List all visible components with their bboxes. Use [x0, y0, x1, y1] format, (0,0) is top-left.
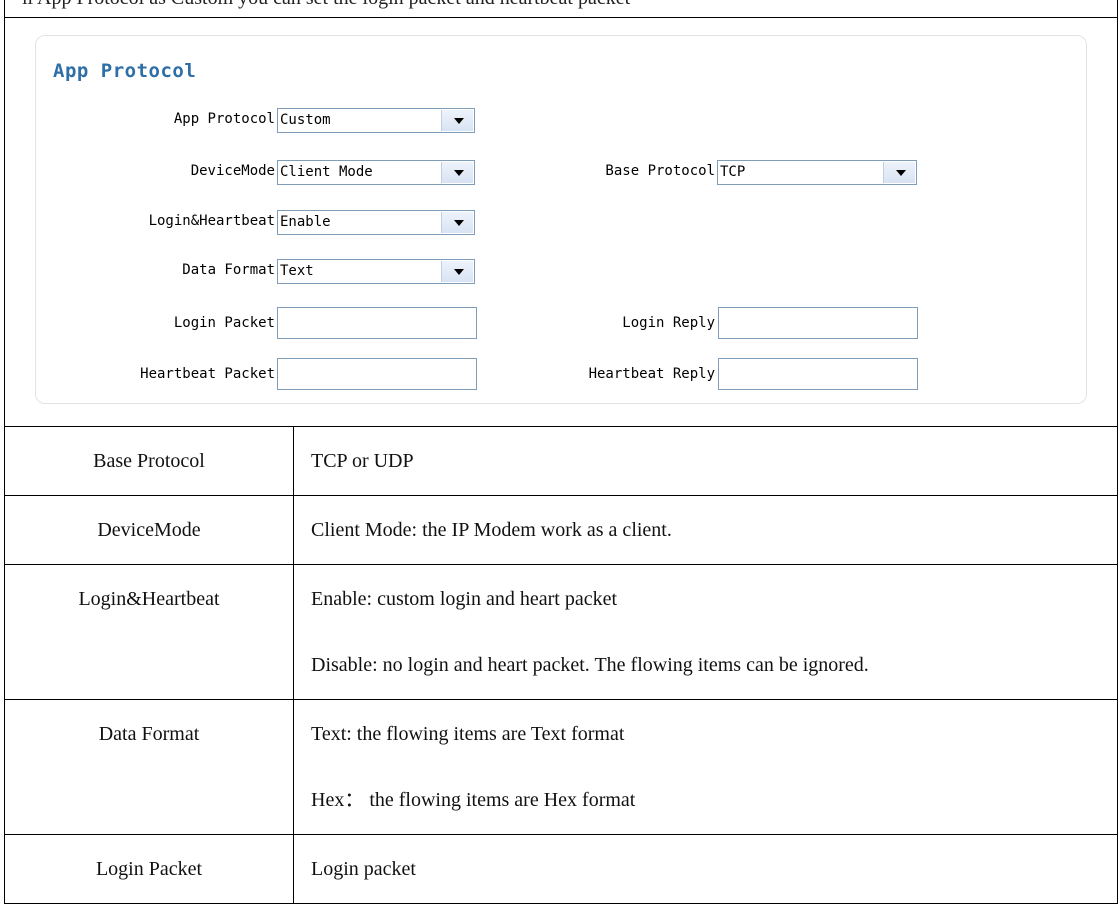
param-name: Login&Heartbeat	[4, 564, 294, 700]
login-heartbeat-label: Login&Heartbeat	[148, 213, 275, 229]
description-line: TCP or UDP	[311, 450, 414, 472]
panel-title: App Protocol	[53, 60, 197, 82]
param-description: TCP or UDP	[293, 426, 1118, 496]
description-line: Disable: no login and heart packet. The …	[311, 654, 869, 676]
chevron-down-icon[interactable]	[441, 212, 473, 233]
param-description: Login packet	[293, 834, 1118, 904]
param-name: DeviceMode	[4, 495, 294, 565]
base-protocol-label: Base Protocol	[605, 163, 715, 179]
heartbeat-reply-label: Heartbeat Reply	[588, 366, 715, 382]
parameter-table: Base Protocol TCP or UDP DeviceMode Clie…	[4, 426, 1118, 904]
description-line: Login packet	[311, 858, 416, 880]
param-name-text: Data Format	[98, 723, 200, 745]
param-name: Data Format	[4, 699, 294, 835]
chevron-down-icon[interactable]	[883, 162, 915, 183]
table-row: Login&Heartbeat Enable: custom login and…	[4, 564, 1118, 700]
param-description: Text: the flowing items are Text format …	[293, 699, 1118, 835]
data-format-value: Text	[280, 263, 314, 279]
app-protocol-select[interactable]: Custom	[277, 108, 475, 133]
device-mode-select[interactable]: Client Mode	[277, 160, 475, 185]
chevron-down-icon[interactable]	[441, 162, 473, 183]
heartbeat-packet-label: Heartbeat Packet	[140, 366, 275, 382]
login-reply-label: Login Reply	[622, 315, 715, 331]
login-heartbeat-select[interactable]: Enable	[277, 210, 475, 235]
app-protocol-label: App Protocol	[173, 111, 275, 127]
data-format-select[interactable]: Text	[277, 259, 475, 284]
login-reply-input[interactable]	[718, 307, 918, 339]
param-name: Base Protocol	[4, 426, 294, 496]
heartbeat-reply-input[interactable]	[718, 358, 918, 390]
login-packet-label: Login Packet	[173, 315, 275, 331]
data-format-label: Data Format	[182, 262, 275, 278]
param-description: Enable: custom login and heart packet Di…	[293, 564, 1118, 700]
description-line: Hex： the flowing items are Hex format	[311, 789, 636, 811]
table-row: Data Format Text: the flowing items are …	[4, 699, 1118, 835]
chevron-down-icon[interactable]	[441, 261, 473, 282]
device-mode-label: DeviceMode	[190, 163, 275, 179]
param-name: Login Packet	[4, 834, 294, 904]
heartbeat-packet-input[interactable]	[277, 358, 477, 390]
description-line: Enable: custom login and heart packet	[311, 588, 618, 610]
param-description: Client Mode: the IP Modem work as a clie…	[293, 495, 1118, 565]
table-row: DeviceMode Client Mode: the IP Modem wor…	[4, 495, 1118, 565]
table-row: Base Protocol TCP or UDP	[4, 426, 1118, 496]
table-row: Login Packet Login packet	[4, 834, 1118, 904]
device-mode-value: Client Mode	[280, 164, 373, 180]
login-packet-input[interactable]	[277, 307, 477, 339]
login-heartbeat-value: Enable	[280, 214, 331, 230]
chevron-down-icon[interactable]	[441, 110, 473, 131]
base-protocol-select[interactable]: TCP	[717, 160, 917, 185]
app-protocol-value: Custom	[280, 112, 331, 128]
description-line: Client Mode: the IP Modem work as a clie…	[311, 519, 672, 541]
document-intro-text: ll App Protocol as Custom you can set th…	[22, 0, 630, 10]
param-name-text: Login&Heartbeat	[78, 588, 220, 610]
base-protocol-value: TCP	[720, 164, 746, 180]
description-line: Text: the flowing items are Text format	[311, 723, 625, 745]
